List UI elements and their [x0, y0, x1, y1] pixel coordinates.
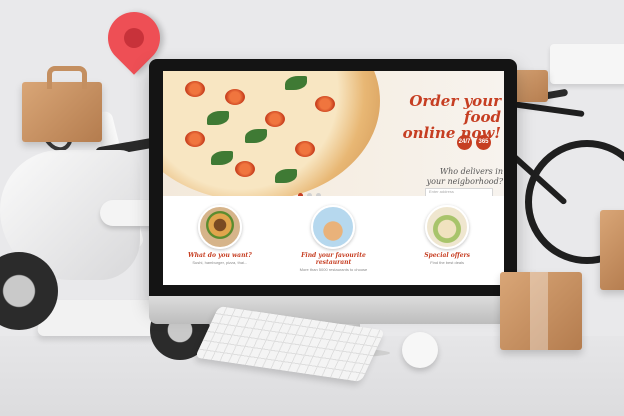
feature-item[interactable]: Find your favourite restaurant More than… [283, 199, 383, 285]
headline-line-1: Order your food [409, 92, 501, 126]
address-search-input[interactable]: Enter address [425, 188, 493, 196]
restaurant-thumbnail [311, 205, 356, 249]
slider-dot[interactable] [316, 193, 321, 196]
basil-topping [245, 129, 267, 143]
feature-title: What do you want? [187, 252, 252, 259]
slider-dot[interactable] [307, 193, 312, 196]
floor-box [500, 272, 582, 350]
question-line-1: Who delivers in [439, 167, 503, 176]
monitor-screen: Order your food online now! 24/7 365 Who… [163, 71, 504, 285]
availability-badges: 24/7 365 [457, 135, 491, 150]
tomato-topping [185, 81, 205, 97]
delivery-question: Who delivers in your neigborhood? [403, 167, 503, 187]
side-box [600, 210, 624, 290]
hero-banner: Order your food online now! 24/7 365 Who… [163, 71, 504, 196]
feature-item[interactable]: Special offers Find the best deals [397, 199, 497, 285]
monitor-chin [149, 296, 517, 324]
feature-list: What do you want? Sushi, hamburger, pizz… [163, 199, 504, 285]
feature-text: More than 5000 restaurants to choose [299, 267, 368, 272]
pizza-image [163, 71, 380, 196]
feature-item[interactable]: What do you want? Sushi, hamburger, pizz… [170, 199, 270, 285]
tomato-topping [235, 161, 255, 177]
basil-topping [275, 169, 297, 183]
basil-topping [285, 76, 307, 90]
hero-headline: Order your food online now! [373, 93, 501, 141]
basil-topping [207, 111, 229, 125]
offer-thumbnail [425, 205, 470, 249]
tomato-topping [225, 89, 245, 105]
mouse [402, 332, 438, 368]
slider-dot[interactable] [298, 193, 303, 196]
feature-text: Find the best deals [430, 260, 465, 265]
question-line-2: your neigborhood? [426, 177, 503, 186]
feature-title: Find your favourite restaurant [301, 252, 366, 266]
tomato-topping [185, 131, 205, 147]
feature-text: Sushi, hamburger, pizza, thai... [192, 260, 248, 265]
basil-topping [211, 151, 233, 165]
scene: Order your food online now! 24/7 365 Who… [0, 0, 624, 416]
badge-365: 365 [476, 135, 491, 150]
badge-24-7: 24/7 [457, 135, 472, 150]
white-package [550, 44, 624, 84]
delivery-box [22, 66, 102, 142]
feature-title: Special offers [424, 252, 471, 259]
slider-dots [298, 193, 321, 196]
burger-thumbnail [197, 205, 242, 249]
tomato-topping [265, 111, 285, 127]
tomato-topping [315, 96, 335, 112]
tomato-topping [295, 141, 315, 157]
